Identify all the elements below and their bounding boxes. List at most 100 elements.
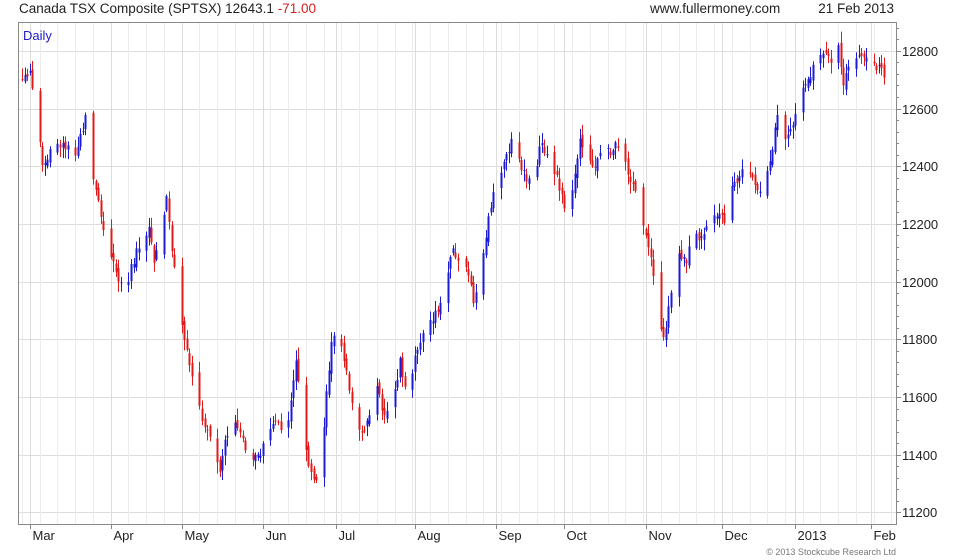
- candle-body: [399, 358, 402, 378]
- candle-body: [487, 216, 490, 242]
- candle-body: [794, 114, 797, 126]
- y-tick-label: 11400: [902, 448, 937, 463]
- candle-body: [784, 114, 787, 140]
- candle-body: [79, 133, 82, 147]
- candle-body: [561, 187, 564, 195]
- candle-body: [662, 327, 665, 338]
- x-tick-label: Apr: [114, 528, 135, 543]
- candle-body: [59, 144, 62, 148]
- candle-body: [804, 84, 807, 86]
- candle-body: [789, 128, 792, 132]
- candle-body: [429, 320, 432, 335]
- candle-body: [883, 64, 886, 78]
- y-tick-label: 11200: [902, 505, 937, 520]
- candle-body: [366, 420, 369, 427]
- candle-body: [439, 302, 442, 315]
- candle-body: [652, 259, 655, 276]
- candle-body: [244, 440, 247, 451]
- x-tick-label: Dec: [725, 528, 749, 543]
- candle-body: [556, 170, 559, 176]
- x-tick-label: Sep: [499, 528, 522, 543]
- candle-body: [594, 166, 597, 168]
- candlestick-chart: 11200 11400 11600 11800 12000 12200 12400 12600…: [18, 22, 938, 543]
- candle-body: [252, 453, 255, 460]
- candle-body: [323, 427, 326, 478]
- candle-body: [503, 161, 506, 170]
- candle-body: [363, 429, 366, 431]
- candle-body: [310, 463, 313, 473]
- candle-body: [381, 394, 384, 411]
- candle-body: [234, 422, 237, 435]
- candle-body: [153, 245, 156, 263]
- candle-body: [558, 178, 561, 191]
- candle-body: [307, 445, 310, 466]
- candle-body: [467, 269, 470, 276]
- candle-body: [39, 90, 42, 143]
- x-tick-label: Jul: [339, 528, 356, 543]
- candle-body: [553, 152, 556, 175]
- candle-body: [642, 187, 645, 226]
- candle-body: [348, 373, 351, 391]
- candle-body: [201, 408, 204, 421]
- candle-body: [376, 386, 379, 415]
- candle-body: [67, 145, 70, 150]
- candle-body: [776, 115, 779, 131]
- x-tick-label: Oct: [567, 528, 588, 543]
- candle-body: [875, 65, 878, 71]
- candle-body: [475, 292, 478, 303]
- candle-body: [873, 61, 876, 64]
- candle-body: [401, 357, 404, 377]
- candle-body: [825, 50, 828, 54]
- candle-body: [74, 147, 77, 156]
- x-tick-label: Mar: [33, 528, 56, 543]
- candle-body: [632, 182, 635, 184]
- candle-body: [713, 215, 716, 224]
- candle-body: [520, 159, 523, 171]
- candle-body: [449, 257, 452, 269]
- candle-body: [44, 162, 47, 165]
- candle-body: [634, 180, 637, 192]
- candle-body: [221, 456, 224, 471]
- candle-body: [807, 79, 810, 88]
- candle-body: [688, 246, 691, 266]
- candle-body: [181, 266, 184, 325]
- candle-body: [465, 258, 468, 268]
- x-tick-label: May: [185, 528, 210, 543]
- candle-body: [422, 333, 425, 343]
- candle-body: [290, 400, 293, 422]
- candle-body: [351, 391, 354, 403]
- candle-body: [313, 468, 316, 480]
- candle-body: [492, 192, 495, 209]
- candle-body: [257, 454, 260, 458]
- candle-body: [802, 87, 805, 113]
- candle-body: [325, 391, 328, 428]
- candle-body: [571, 190, 574, 210]
- candle-body: [683, 256, 686, 260]
- candle-body: [847, 66, 850, 71]
- candle-body: [447, 272, 450, 304]
- candle-body: [733, 181, 736, 187]
- candle-body: [754, 174, 757, 185]
- candle-body: [665, 328, 668, 341]
- candle-body: [26, 74, 29, 77]
- candle-body: [860, 52, 863, 56]
- candle-body: [437, 309, 440, 312]
- candle-body: [41, 146, 44, 166]
- candle-body: [274, 420, 277, 422]
- candle-body: [414, 355, 417, 372]
- candle-body: [216, 438, 219, 463]
- candle-body: [77, 146, 80, 156]
- candle-body: [685, 260, 688, 264]
- candle-body: [171, 225, 174, 252]
- candle-body: [209, 425, 212, 437]
- candle-body: [333, 335, 336, 347]
- candle-body: [115, 263, 118, 272]
- candle-body: [624, 143, 627, 162]
- candle-body: [865, 57, 868, 62]
- candle-body: [49, 149, 52, 163]
- candle-body: [457, 257, 460, 261]
- candle-body: [434, 310, 437, 323]
- candle-body: [133, 263, 136, 268]
- candle-body: [292, 380, 295, 399]
- candle-body: [525, 174, 528, 182]
